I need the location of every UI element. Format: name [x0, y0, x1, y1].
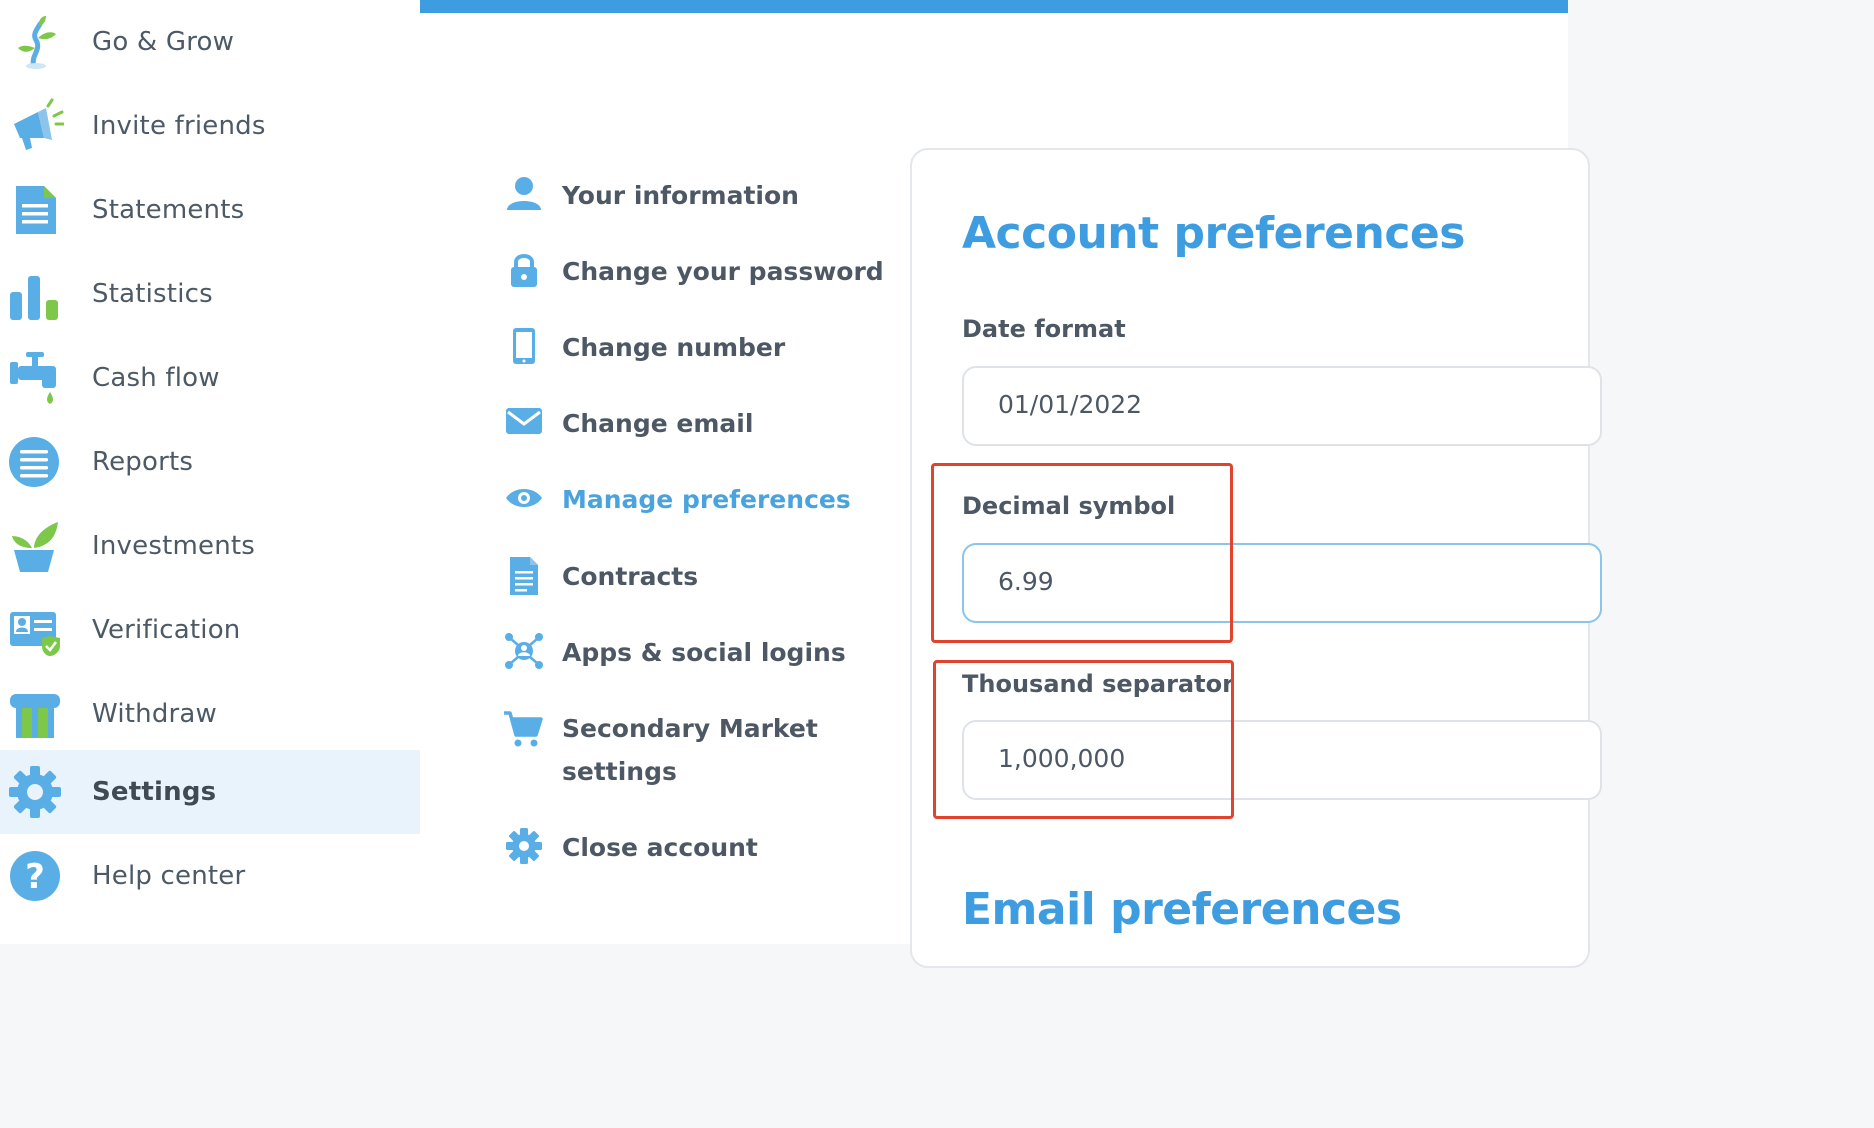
sidebar-item-help-center[interactable]: ? Help center [0, 834, 420, 918]
sidebar-item-label: Settings [92, 777, 217, 807]
list-icon [9, 437, 59, 487]
settings-menu-label-line1: Secondary Market [562, 714, 818, 743]
plant-pot-icon [12, 522, 58, 572]
settings-menu-label: Contracts [562, 562, 699, 591]
envelope-icon [506, 408, 542, 434]
user-icon [507, 177, 541, 210]
document-icon [510, 557, 538, 595]
sidebar-item-label: Withdraw [92, 699, 218, 729]
document-icon [16, 186, 56, 234]
settings-menu-label: Change email [562, 409, 754, 438]
sprout-icon [18, 16, 56, 69]
sidebar-item-label: Invite friends [92, 111, 266, 141]
gear-icon [506, 828, 542, 864]
settings-menu-label: Close account [562, 833, 758, 862]
sidebar-item-label: Go & Grow [92, 27, 235, 57]
question-icon: ? [10, 851, 60, 901]
phone-icon [513, 328, 535, 364]
atm-icon [10, 694, 60, 738]
account-preferences-title: Account preferences [962, 208, 1465, 259]
sidebar-item-label: Help center [92, 861, 246, 891]
sidebar-item-go-grow[interactable]: Go & Grow [0, 0, 420, 84]
sidebar-item-reports[interactable]: Reports [0, 420, 420, 504]
email-preferences-title: Email preferences [962, 884, 1402, 935]
sidebar-item-withdraw[interactable]: Withdraw [0, 672, 420, 756]
gear-icon [9, 766, 61, 818]
cart-icon [504, 711, 543, 747]
sidebar-item-label: Verification [92, 615, 241, 645]
bar-chart-icon [10, 276, 58, 320]
sidebar-item-investments[interactable]: Investments [0, 504, 420, 588]
sidebar-item-invite-friends[interactable]: Invite friends [0, 84, 420, 168]
sidebar-item-label: Statistics [92, 279, 213, 309]
id-card-icon [10, 612, 60, 656]
decimal-symbol-highlight [931, 463, 1233, 643]
settings-menu-label: Your information [562, 181, 799, 210]
top-accent-bar [420, 0, 1568, 13]
lock-icon [511, 254, 537, 287]
settings-menu-label: Apps & social logins [562, 638, 846, 667]
settings-menu-label-line2: settings [562, 757, 677, 786]
sidebar-item-statistics[interactable]: Statistics [0, 252, 420, 336]
date-format-label: Date format [962, 315, 1126, 343]
settings-menu-label: Manage preferences [562, 485, 851, 514]
eye-icon [506, 489, 542, 507]
sidebar-item-label: Cash flow [92, 363, 220, 393]
sidebar-item-settings[interactable]: Settings [0, 750, 420, 834]
faucet-icon [10, 352, 56, 404]
sidebar-item-label: Investments [92, 531, 256, 561]
network-icon [505, 633, 543, 669]
sidebar-item-cash-flow[interactable]: Cash flow [0, 336, 420, 420]
thousand-separator-highlight [933, 660, 1234, 819]
sidebar-item-label: Reports [92, 447, 194, 477]
sidebar-item-statements[interactable]: Statements [0, 168, 420, 252]
svg-text:?: ? [25, 857, 45, 897]
sidebar-item-label: Statements [92, 195, 245, 225]
settings-menu-label: Change number [562, 333, 786, 362]
megaphone-icon [14, 98, 64, 150]
settings-menu-label: Change your password [562, 257, 884, 286]
sidebar-item-verification[interactable]: Verification [0, 588, 420, 672]
sidebar: Go & Grow Invite friends Statements Stat… [0, 0, 420, 944]
date-format-field[interactable]: 01/01/2022 [962, 366, 1602, 446]
date-format-value: 01/01/2022 [998, 390, 1143, 419]
